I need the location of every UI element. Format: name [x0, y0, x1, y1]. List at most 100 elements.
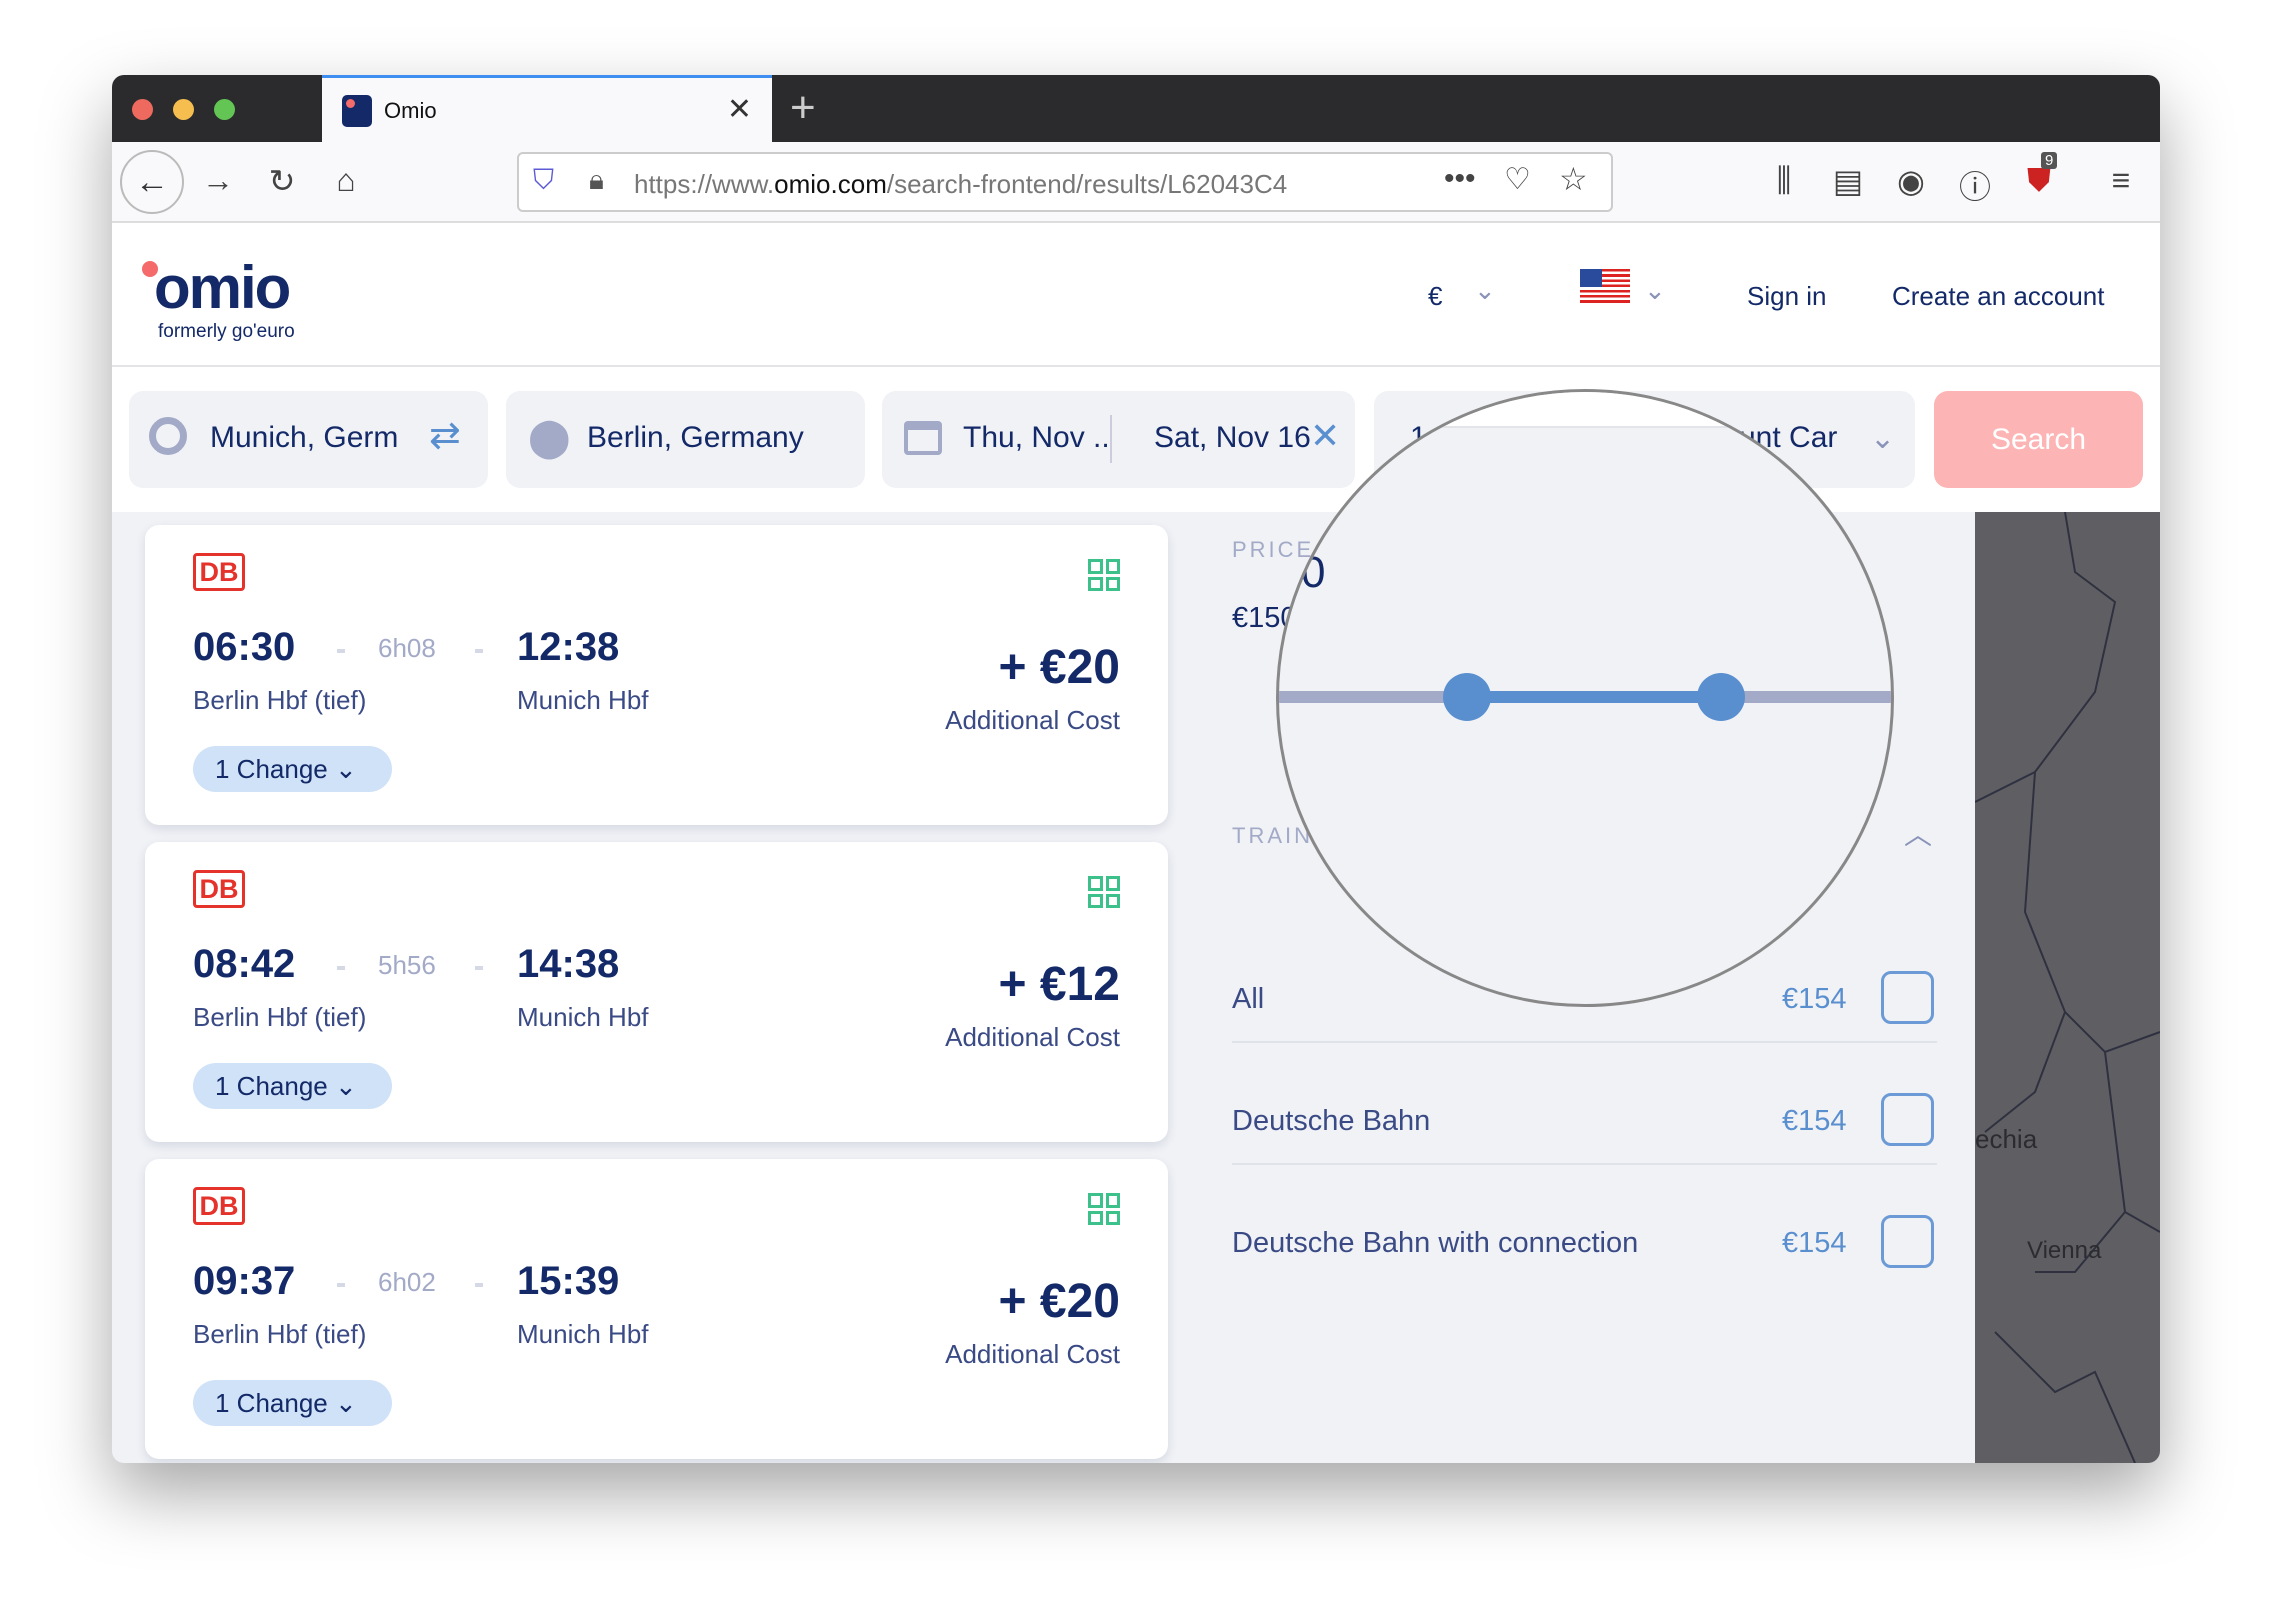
changes-toggle[interactable]: 1 Change ⌄ — [193, 1380, 392, 1426]
password-manager-icon[interactable]: ⓘ — [1955, 162, 1995, 208]
currency-selector[interactable]: € — [1428, 281, 1442, 312]
duration: 6h02 — [378, 1267, 436, 1297]
departure-date[interactable]: Thu, Nov .. — [963, 421, 1110, 455]
db-logo: DB — [193, 1187, 245, 1225]
result-card[interactable]: DB 06:30 6h08 12:38 Berlin Hbf (tief) Mu… — [145, 525, 1168, 825]
map-label: Vienna — [2027, 1237, 2102, 1264]
omio-logo[interactable]: omio formerly go'euro — [142, 253, 295, 342]
magnifier-overlay: 0 ES — [1276, 389, 1894, 1007]
map-borders — [1975, 512, 2160, 1463]
qr-ticket-icon — [1088, 559, 1120, 591]
shield-icon: ⛉ — [533, 164, 555, 195]
changes-toggle[interactable]: 1 Change ⌄ — [193, 1063, 392, 1109]
price-slider-range — [1469, 691, 1723, 703]
pocket-icon[interactable]: ♡ — [1504, 162, 1531, 197]
site-header: omio formerly go'euro € ⌄ ⌄ Sign in Creat… — [112, 223, 2160, 367]
lock-icon: 🔒︎ — [589, 164, 604, 195]
close-window-button[interactable] — [132, 99, 153, 120]
price-note: Additional Cost — [945, 1022, 1120, 1052]
price-note: Additional Cost — [945, 705, 1120, 735]
library-icon[interactable]: ⫼ — [1764, 162, 1804, 200]
address-bar[interactable]: ⛉ 🔒︎ https://www.omio.com/search-fronten… — [517, 152, 1613, 212]
duration: 5h56 — [378, 950, 436, 980]
menu-icon[interactable]: ≡ — [2101, 162, 2141, 199]
us-flag-icon[interactable] — [1580, 269, 1630, 303]
company-filter-price: €154 — [1782, 1227, 1847, 1259]
minimize-window-button[interactable] — [173, 99, 194, 120]
price: + €12 — [998, 958, 1120, 1011]
arrival-time: 15:39 — [517, 1259, 620, 1303]
db-logo: DB — [193, 870, 245, 908]
company-filter-checkbox[interactable] — [1881, 971, 1934, 1024]
url-text: https://www.omio.com/search-frontend/res… — [634, 169, 1288, 199]
company-filter-price: €154 — [1782, 1105, 1847, 1137]
chevron-down-icon: ⌄ — [335, 1388, 357, 1418]
changes-toggle[interactable]: 1 Change ⌄ — [193, 746, 392, 792]
price-slider-max-handle[interactable] — [1697, 673, 1745, 721]
browser-window: Omio ✕ + ← → ↻ ⌂ ⛉ 🔒︎ https://www.omio.c… — [112, 75, 2160, 1463]
maximize-window-button[interactable] — [214, 99, 235, 120]
departure-station: Berlin Hbf (tief) — [193, 685, 367, 715]
browser-toolbar: ← → ↻ ⌂ ⛉ 🔒︎ https://www.omio.com/search… — [112, 142, 2160, 223]
result-card[interactable]: DB 08:42 5h56 14:38 Berlin Hbf (tief) Mu… — [145, 842, 1168, 1142]
sidebar-icon[interactable]: ▤ — [1828, 162, 1868, 200]
origin-circle-icon — [149, 417, 187, 455]
home-button[interactable]: ⌂ — [326, 162, 366, 199]
sign-in-link[interactable]: Sign in — [1747, 281, 1827, 312]
omio-favicon-icon — [342, 95, 372, 127]
account-icon[interactable]: ◉ — [1891, 162, 1931, 200]
departure-time: 06:30 — [193, 625, 296, 669]
price-note: Additional Cost — [945, 1339, 1120, 1369]
swap-icon[interactable]: ⇄ — [429, 413, 461, 458]
search-button[interactable]: Search — [1934, 391, 2143, 488]
duration: 6h08 — [378, 633, 436, 663]
forward-button[interactable]: → — [198, 162, 238, 199]
chevron-up-icon[interactable]: ︿ — [1904, 813, 1932, 853]
destination-field[interactable]: ⬤ Berlin, Germany — [506, 391, 865, 488]
result-card[interactable]: DB 09:37 6h02 15:39 Berlin Hbf (tief) Mu… — [145, 1159, 1168, 1459]
create-account-link[interactable]: Create an account — [1892, 281, 2104, 312]
departure-station: Berlin Hbf (tief) — [193, 1319, 367, 1349]
map-label: echia — [1975, 1124, 2038, 1154]
chevron-down-icon[interactable]: ⌄ — [1644, 275, 1666, 306]
origin-field[interactable]: Munich, Germ ⇄ — [129, 391, 488, 488]
map-view[interactable]: echia Vienna — [1975, 512, 2160, 1463]
extension-badge: 9 — [2041, 152, 2058, 169]
company-filter-checkbox[interactable] — [1881, 1093, 1934, 1146]
price: + €20 — [998, 641, 1120, 694]
company-filter-price: €154 — [1782, 983, 1847, 1015]
chevron-down-icon: ⌄ — [335, 754, 357, 784]
location-pin-icon: ⬤ — [528, 417, 571, 459]
divider — [1232, 1041, 1937, 1043]
price-slider-min-handle[interactable] — [1443, 673, 1491, 721]
divider — [1232, 1163, 1937, 1165]
price: + €20 — [998, 1275, 1120, 1328]
bookmark-star-icon[interactable]: ☆ — [1559, 160, 1588, 198]
arrival-time: 12:38 — [517, 625, 620, 669]
company-filter-checkbox[interactable] — [1881, 1215, 1934, 1268]
magnified-text: 0 — [1301, 548, 1326, 597]
more-icon[interactable]: ••• — [1444, 162, 1476, 196]
ublock-icon[interactable]: ⛊ 9 — [2019, 152, 2059, 200]
tab-bar: Omio ✕ + — [112, 75, 2160, 142]
browser-tab[interactable]: Omio ✕ — [322, 75, 772, 142]
departure-station: Berlin Hbf (tief) — [193, 1002, 367, 1032]
departure-time: 09:37 — [193, 1259, 296, 1303]
arrival-station: Munich Hbf — [517, 1002, 649, 1032]
chevron-down-icon: ⌄ — [335, 1071, 357, 1101]
qr-ticket-icon — [1088, 1193, 1120, 1225]
arrival-station: Munich Hbf — [517, 685, 649, 715]
back-button[interactable]: ← — [120, 150, 184, 214]
chevron-down-icon[interactable]: ⌄ — [1474, 275, 1496, 306]
calendar-icon — [904, 421, 942, 455]
close-tab-icon[interactable]: ✕ — [727, 92, 752, 127]
qr-ticket-icon — [1088, 876, 1120, 908]
tab-title: Omio — [384, 98, 437, 123]
search-bar: Munich, Germ ⇄ ⬤ Berlin, Germany Thu, No… — [112, 367, 2160, 512]
departure-time: 08:42 — [193, 942, 296, 986]
arrival-time: 14:38 — [517, 942, 620, 986]
new-tab-button[interactable]: + — [790, 83, 816, 133]
reload-button[interactable]: ↻ — [262, 162, 302, 200]
arrival-station: Munich Hbf — [517, 1319, 649, 1349]
db-logo: DB — [193, 553, 245, 591]
